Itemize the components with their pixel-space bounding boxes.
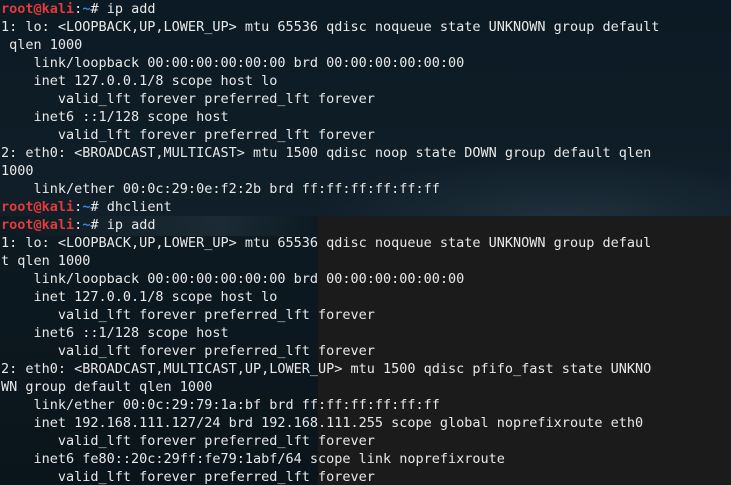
command-text: ip add <box>106 217 156 233</box>
output-line: valid_lft forever preferred_lft forever <box>1 433 375 449</box>
output-line: inet6 ::1/128 scope host <box>1 325 229 341</box>
command-text: dhclient <box>106 199 172 215</box>
output-line: link/loopback 00:00:00:00:00:00 brd 00:0… <box>1 271 465 287</box>
prompt-user: root <box>1 199 34 215</box>
command-text: ip add <box>106 1 156 17</box>
prompt-line: root@kali:~# ip add <box>1 216 731 234</box>
prompt-symbol: # <box>90 199 107 215</box>
prompt-line: root@kali:~# ip add <box>1 0 731 18</box>
output-line: WN group default qlen 1000 <box>1 379 213 395</box>
prompt-user: root <box>1 1 34 17</box>
output-line: 2: eth0: <BROADCAST,MULTICAST> mtu 1500 … <box>1 145 652 161</box>
prompt-at: @ <box>33 1 42 17</box>
prompt-host: kali <box>41 1 75 17</box>
output-line: link/ether 00:0c:29:79:1a:bf brd ff:ff:f… <box>1 397 440 413</box>
output-line: inet 127.0.0.1/8 scope host lo <box>1 73 278 89</box>
output-line: link/loopback 00:00:00:00:00:00 brd 00:0… <box>1 55 465 71</box>
output-line: inet6 ::1/128 scope host <box>1 109 229 125</box>
output-line: 1000 <box>1 163 34 179</box>
output-line: inet 192.168.111.127/24 brd 192.168.111.… <box>1 415 644 431</box>
output-line: valid_lft forever preferred_lft forever <box>1 307 375 323</box>
prompt-symbol: # <box>90 217 107 233</box>
output-line: 2: eth0: <BROADCAST,MULTICAST,UP,LOWER_U… <box>1 361 652 377</box>
output-line: inet6 fe80::20c:29ff:fe79:1abf/64 scope … <box>1 451 505 467</box>
output-line: 1: lo: <LOOPBACK,UP,LOWER_UP> mtu 65536 … <box>1 235 652 251</box>
prompt-at: @ <box>33 199 42 215</box>
output-line: valid_lft forever preferred_lft forever <box>1 91 375 107</box>
output-line: qlen 1000 <box>1 37 83 53</box>
terminal-output-top: root@kali:~# ip add 1: lo: <LOOPBACK,UP,L… <box>0 0 731 216</box>
prompt-user: root <box>1 217 34 233</box>
terminal-output-bottom: root@kali:~# ip add 1: lo: <LOOPBACK,UP,L… <box>0 216 731 485</box>
prompt-host: kali <box>41 217 75 233</box>
output-line: valid_lft forever preferred_lft forever <box>1 127 375 143</box>
prompt-symbol: # <box>90 1 107 17</box>
output-line: t qlen 1000 <box>1 253 91 269</box>
output-line: valid_lft forever preferred_lft forever <box>1 343 375 359</box>
prompt-line: root@kali:~# dhclient <box>1 198 731 216</box>
output-line: valid_lft forever preferred_lft forever <box>1 469 375 485</box>
prompt-host: kali <box>41 199 75 215</box>
output-line: 1: lo: <LOOPBACK,UP,LOWER_UP> mtu 65536 … <box>1 19 660 35</box>
terminal-window-bottom[interactable]: root@kali:~# ip add 1: lo: <LOOPBACK,UP,L… <box>0 216 731 485</box>
prompt-at: @ <box>33 217 42 233</box>
output-line: link/ether 00:0c:29:0e:f2:2b brd ff:ff:f… <box>1 181 440 197</box>
terminal-window-top[interactable]: root@kali:~# ip add 1: lo: <LOOPBACK,UP,L… <box>0 0 731 216</box>
output-line: inet 127.0.0.1/8 scope host lo <box>1 289 278 305</box>
